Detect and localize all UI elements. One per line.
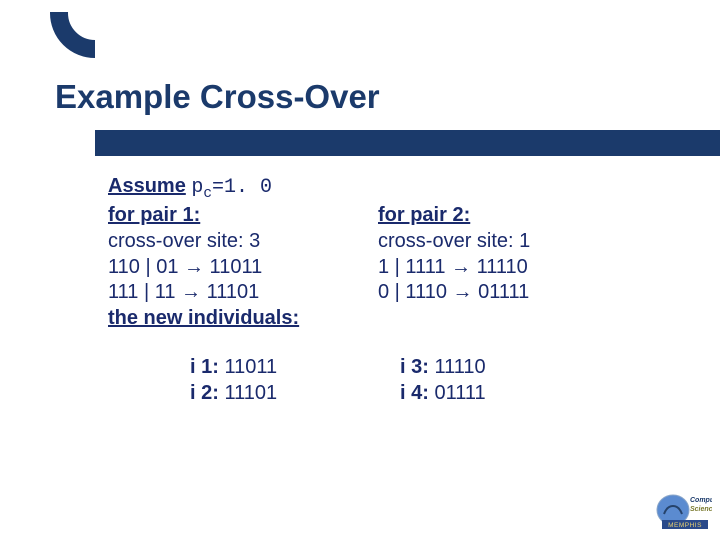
pair-columns: for pair 1: cross-over site: 3 110 | 01 … (108, 203, 648, 305)
arrow-icon: → (181, 281, 201, 303)
assume-label: Assume (108, 175, 186, 197)
institution-logo: Computer Science MEMPHIS (656, 488, 712, 532)
individual-2: i 2: 11101 (190, 381, 400, 407)
assume-line: Assume pc=1. 0 (108, 174, 648, 203)
assume-expression: pc=1. 0 (191, 176, 272, 199)
slide-body: Assume pc=1. 0 for pair 1: cross-over si… (108, 174, 648, 407)
pair-1-site: cross-over site: 3 (108, 229, 378, 255)
individual-4: i 4: 01111 (400, 381, 610, 407)
slide-title: Example Cross-Over (55, 78, 380, 116)
pair-2-column: for pair 2: cross-over site: 1 1 | 1111 … (378, 203, 648, 305)
svg-text:Science: Science (690, 506, 712, 513)
arrow-icon: → (453, 281, 473, 303)
arrow-icon: → (184, 256, 204, 278)
title-underline-bar (95, 130, 720, 156)
corner-mask (95, 0, 175, 80)
slide: Example Cross-Over Assume pc=1. 0 for pa… (0, 0, 720, 540)
logo-line-1: Computer (690, 497, 712, 504)
pair-2-site: cross-over site: 1 (378, 229, 648, 255)
arrow-icon: → (451, 256, 471, 278)
pair-2-row-2: 0 | 1110 → 01111 (378, 280, 648, 306)
pair-1-row-2: 111 | 11 → 11101 (108, 280, 378, 306)
pair-2-header: for pair 2: (378, 203, 648, 229)
logo-line-2: MEMPHIS (668, 522, 702, 529)
new-individuals-header: the new individuals: (108, 306, 648, 332)
individuals-col-left: i 1: 11011 i 2: 11101 (190, 355, 400, 406)
pair-2-row-1: 1 | 1111 → 11110 (378, 255, 648, 281)
pair-1-header: for pair 1: (108, 203, 378, 229)
individual-1: i 1: 11011 (190, 355, 400, 381)
individuals-col-right: i 3: 11110 i 4: 01111 (400, 355, 610, 406)
pair-1-row-1: 110 | 01 → 11011 (108, 255, 378, 281)
pair-1-column: for pair 1: cross-over site: 3 110 | 01 … (108, 203, 378, 305)
individual-3: i 3: 11110 (400, 355, 610, 381)
individuals-columns: i 1: 11011 i 2: 11101 i 3: 11110 i 4: 01… (190, 355, 648, 406)
